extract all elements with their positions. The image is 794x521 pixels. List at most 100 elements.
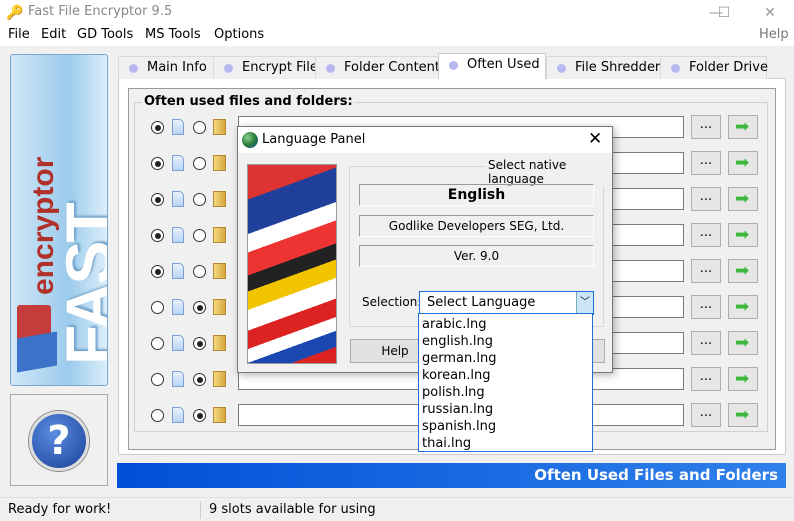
- file-icon: [172, 335, 184, 351]
- go-arrow-button[interactable]: [728, 187, 758, 211]
- title-bar: 🔑 Fast File Encryptor 9.5 — ☐ ✕: [0, 0, 794, 26]
- language-option[interactable]: arabic.lng: [422, 316, 589, 333]
- go-arrow-button[interactable]: [728, 295, 758, 319]
- browse-button[interactable]: ...: [691, 187, 721, 211]
- logo-text-small: encryptor: [27, 156, 60, 295]
- folder-radio[interactable]: [193, 265, 206, 278]
- file-radio[interactable]: [151, 229, 164, 242]
- tab-dot-icon: [224, 64, 233, 73]
- tab-label: Often Used: [467, 57, 540, 72]
- tab-often-used[interactable]: Often Used: [438, 53, 546, 79]
- language-select[interactable]: Select Language ﹀: [419, 291, 594, 315]
- tab-folder-drive[interactable]: Folder Drive: [660, 56, 768, 79]
- go-arrow-button[interactable]: [728, 331, 758, 355]
- file-icon: [172, 263, 184, 279]
- file-icon: [172, 407, 184, 423]
- help-panel[interactable]: ?: [10, 394, 108, 486]
- folder-icon: [213, 119, 226, 135]
- maximize-button[interactable]: ☐: [704, 0, 744, 26]
- folder-icon: [213, 407, 226, 423]
- file-radio[interactable]: [151, 193, 164, 206]
- menu-bar: File Edit GD Tools MS Tools Options Help: [0, 26, 794, 46]
- language-option[interactable]: korean.lng: [422, 367, 589, 384]
- go-arrow-button[interactable]: [728, 151, 758, 175]
- file-icon: [172, 191, 184, 207]
- tab-dot-icon: [129, 64, 138, 73]
- go-arrow-button[interactable]: [728, 259, 758, 283]
- browse-button[interactable]: ...: [691, 151, 721, 175]
- tab-dot-icon: [557, 64, 566, 73]
- go-arrow-button[interactable]: [728, 403, 758, 427]
- menu-help[interactable]: Help: [759, 27, 789, 42]
- file-radio[interactable]: [151, 301, 164, 314]
- file-radio[interactable]: [151, 373, 164, 386]
- tab-encrypt-file[interactable]: Encrypt File: [213, 56, 318, 79]
- folder-radio[interactable]: [193, 409, 206, 422]
- menu-options[interactable]: Options: [214, 27, 264, 42]
- browse-button[interactable]: ...: [691, 115, 721, 139]
- tab-dot-icon: [449, 61, 458, 70]
- chevron-down-icon[interactable]: ﹀: [576, 292, 593, 314]
- folder-radio[interactable]: [193, 301, 206, 314]
- tab-file-shredder[interactable]: File Shredder: [546, 56, 661, 79]
- folder-icon: [213, 227, 226, 243]
- folder-icon: [213, 299, 226, 315]
- go-arrow-button[interactable]: [728, 223, 758, 247]
- globe-icon: [242, 132, 258, 148]
- menu-file[interactable]: File: [8, 27, 30, 42]
- tab-dot-icon: [326, 64, 335, 73]
- language-option[interactable]: spanish.lng: [422, 418, 589, 435]
- browse-button[interactable]: ...: [691, 403, 721, 427]
- browse-button[interactable]: ...: [691, 223, 721, 247]
- dialog-title: Language Panel: [262, 132, 366, 147]
- group-title: Often used files and folders:: [142, 94, 355, 109]
- tab-main-info[interactable]: Main Info: [118, 56, 214, 79]
- browse-button[interactable]: ...: [691, 367, 721, 391]
- help-question-icon[interactable]: ?: [29, 411, 89, 471]
- file-radio[interactable]: [151, 121, 164, 134]
- file-icon: [172, 299, 184, 315]
- file-radio[interactable]: [151, 265, 164, 278]
- selection-label: Selection:: [362, 295, 422, 309]
- language-option[interactable]: thai.lng: [422, 435, 589, 452]
- file-icon: [172, 371, 184, 387]
- file-radio[interactable]: [151, 157, 164, 170]
- menu-ms-tools[interactable]: MS Tools: [145, 27, 201, 42]
- go-arrow-button[interactable]: [728, 115, 758, 139]
- app-key-icon: 🔑: [6, 5, 24, 21]
- menu-gd-tools[interactable]: GD Tools: [77, 27, 133, 42]
- flags-image: [247, 164, 337, 364]
- section-banner: Often Used Files and Folders: [117, 463, 786, 488]
- folder-icon: [213, 335, 226, 351]
- menu-edit[interactable]: Edit: [41, 27, 66, 42]
- folder-radio[interactable]: [193, 373, 206, 386]
- folder-radio[interactable]: [193, 157, 206, 170]
- tab-folder-content[interactable]: Folder Content: [315, 56, 440, 79]
- browse-button[interactable]: ...: [691, 259, 721, 283]
- folder-icon: [213, 371, 226, 387]
- language-dropdown-list: arabic.lng english.lng german.lng korean.ln…: [418, 313, 593, 452]
- folder-radio[interactable]: [193, 337, 206, 350]
- file-radio[interactable]: [151, 409, 164, 422]
- browse-button[interactable]: ...: [691, 331, 721, 355]
- folder-radio[interactable]: [193, 193, 206, 206]
- file-radio[interactable]: [151, 337, 164, 350]
- browse-button[interactable]: ...: [691, 295, 721, 319]
- tab-label: File Shredder: [575, 60, 661, 75]
- language-option[interactable]: german.lng: [422, 350, 589, 367]
- dialog-close-button[interactable]: ✕: [588, 129, 602, 149]
- language-option[interactable]: russian.lng: [422, 401, 589, 418]
- folder-radio[interactable]: [193, 229, 206, 242]
- folder-radio[interactable]: [193, 121, 206, 134]
- folder-icon: [213, 191, 226, 207]
- dialog-title-bar: Language Panel ✕: [238, 127, 612, 153]
- language-group-title: Select native language: [486, 158, 612, 186]
- language-option[interactable]: polish.lng: [422, 384, 589, 401]
- language-option[interactable]: english.lng: [422, 333, 589, 350]
- file-icon: [172, 155, 184, 171]
- go-arrow-button[interactable]: [728, 367, 758, 391]
- current-language: English: [359, 184, 594, 206]
- tab-label: Folder Drive: [689, 60, 768, 75]
- close-button[interactable]: ✕: [750, 0, 790, 26]
- tab-dot-icon: [671, 64, 680, 73]
